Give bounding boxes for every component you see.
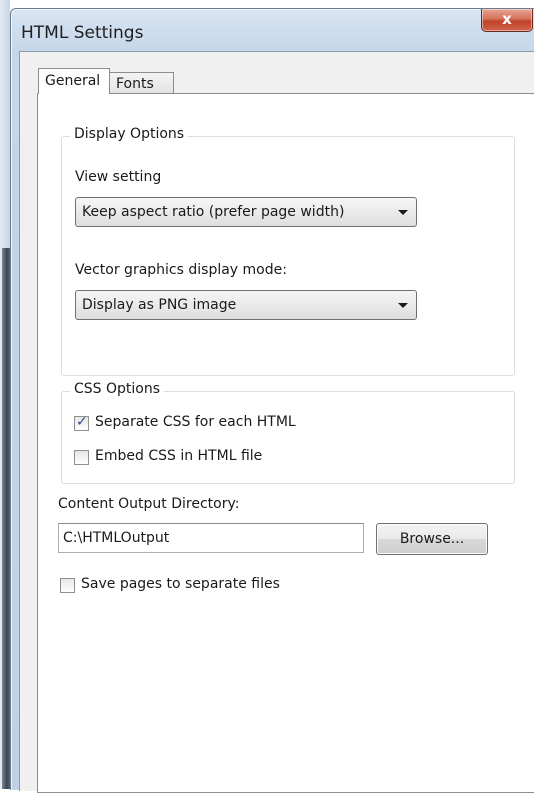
window-title: HTML Settings [21, 23, 144, 43]
dropdown-arrow-icon [398, 303, 408, 308]
vector-mode-label: Vector graphics display mode: [75, 262, 287, 278]
vector-mode-select[interactable]: Display as PNG image [75, 290, 417, 320]
output-directory-input[interactable]: C:\HTMLOutput [58, 523, 364, 553]
embed-css-checkbox[interactable] [74, 450, 89, 465]
tab-general[interactable]: General [38, 68, 110, 94]
display-options-title: Display Options [70, 126, 189, 142]
output-directory-label: Content Output Directory: [58, 496, 240, 512]
embed-css-label[interactable]: Embed CSS in HTML file [95, 448, 262, 464]
background-strip [0, 0, 10, 789]
vector-mode-value: Display as PNG image [82, 297, 237, 313]
save-pages-label[interactable]: Save pages to separate files [81, 576, 280, 592]
dialog-client-area: General Fonts Display Options View setti… [19, 51, 534, 793]
save-pages-checkbox[interactable] [60, 578, 75, 593]
background-scrollbar [2, 248, 10, 789]
separate-css-checkbox[interactable] [74, 414, 89, 431]
close-button[interactable]: x [481, 9, 533, 32]
view-setting-label: View setting [75, 169, 162, 185]
browse-button[interactable]: Browse... [376, 523, 488, 555]
tab-fonts[interactable]: Fonts [110, 72, 174, 94]
view-setting-select[interactable]: Keep aspect ratio (prefer page width) [75, 197, 417, 227]
close-icon: x [502, 10, 512, 28]
separate-css-label[interactable]: Separate CSS for each HTML [95, 414, 296, 430]
html-settings-dialog: HTML Settings x General Fonts Display Op… [10, 8, 534, 793]
css-options-group: CSS Options Separate CSS for each HTML E… [61, 381, 515, 484]
display-options-group: Display Options View setting Keep aspect… [61, 126, 515, 376]
view-setting-value: Keep aspect ratio (prefer page width) [82, 204, 345, 220]
css-options-title: CSS Options [70, 381, 165, 397]
dropdown-arrow-icon [398, 210, 408, 215]
general-tab-panel: Display Options View setting Keep aspect… [37, 93, 534, 793]
